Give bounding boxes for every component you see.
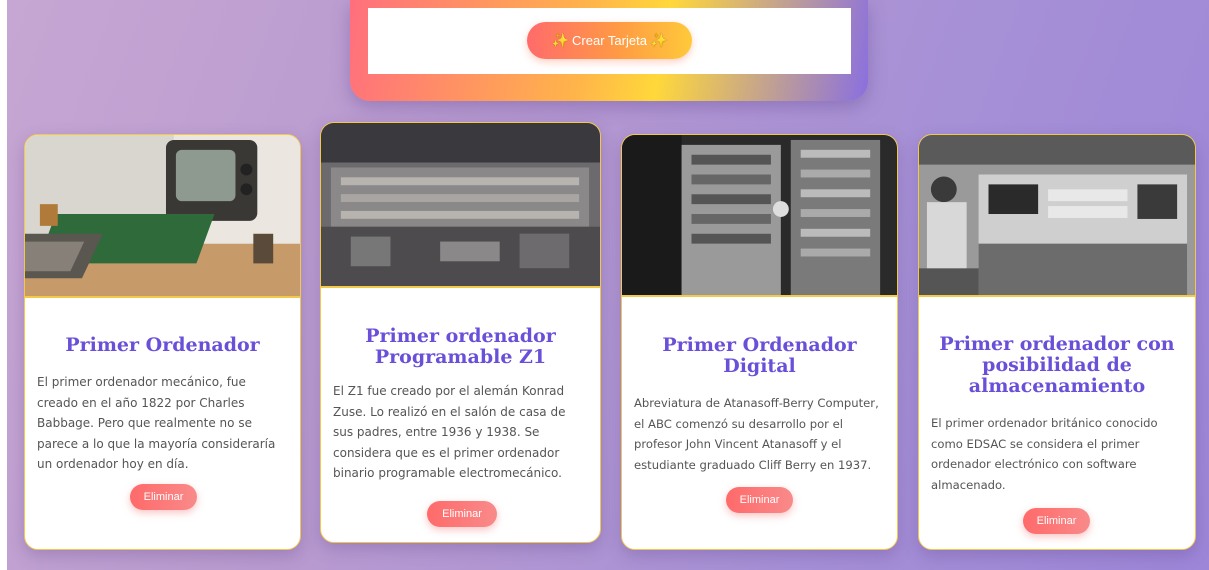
card-image-abc-computer [622,135,897,297]
card-image-apple-computer [25,135,300,298]
card-description: El primer ordenador mecánico, fue creado… [37,375,276,471]
card-description: El Z1 fue creado por el alemán Konrad Zu… [333,384,566,480]
delete-button[interactable]: Eliminar [726,487,793,513]
card-form-panel: ✨ Crear Tarjeta ✨ [350,0,868,101]
card-image-z1-machine [321,123,600,288]
card-z1: Primer ordenador Programable Z1 El Z1 fu… [320,122,601,543]
sparkle-icon: ✨ [551,32,570,48]
delete-button[interactable]: Eliminar [130,484,197,510]
card-primer-ordenador-digital: Primer Ordenador Digital Abreviatura de … [621,134,898,550]
create-card-button[interactable]: ✨ Crear Tarjeta ✨ [527,22,692,59]
create-card-label: Crear Tarjeta [572,33,647,48]
sparkle-icon: ✨ [649,32,668,48]
card-image-edsac [919,135,1195,297]
card-description: Abreviatura de Atanasoff-Berry Computer,… [634,396,879,472]
delete-button[interactable]: Eliminar [1023,508,1090,534]
card-description: El primer ordenador británico conocido c… [931,416,1158,492]
card-title: Primer ordenador con posibilidad de alma… [939,333,1175,397]
card-edsac: Primer ordenador con posibilidad de alma… [918,134,1196,550]
card-primer-ordenador: Primer Ordenador El primer ordenador mec… [24,134,301,550]
card-title: Primer ordenador Programable Z1 [365,325,556,368]
card-title: Primer Ordenador Digital [662,334,857,377]
page-background: ✨ Crear Tarjeta ✨ Primer Ordenador El pr… [7,0,1209,570]
card-form: ✨ Crear Tarjeta ✨ [368,8,851,74]
card-title: Primer Ordenador [65,334,260,356]
delete-button[interactable]: Eliminar [427,501,497,527]
